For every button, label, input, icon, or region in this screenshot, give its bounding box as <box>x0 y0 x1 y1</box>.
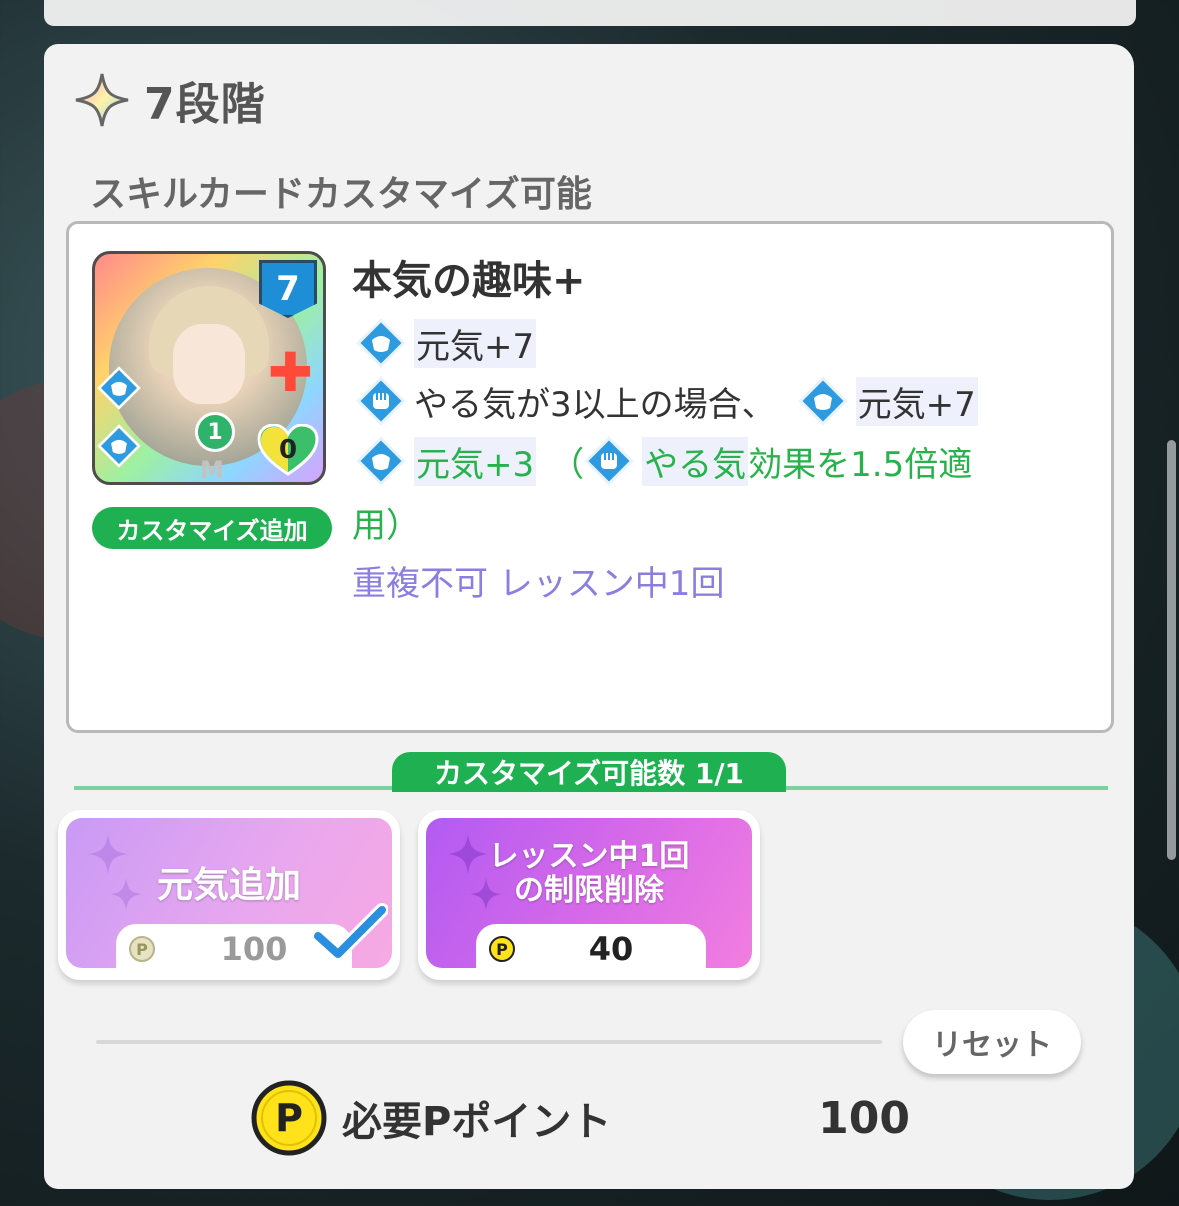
required-points-value: 100 <box>818 1092 910 1144</box>
stage-title: 7段階 <box>144 79 266 130</box>
effect-text: 元気+7 <box>414 318 537 368</box>
motivation-fist-icon <box>584 436 634 486</box>
genki-icon <box>97 424 141 468</box>
subtitle: スキルカードカスタマイズ可能 <box>90 174 592 215</box>
sparkle-icon <box>75 73 129 127</box>
option-price: 40 <box>588 930 634 968</box>
genki-icon <box>797 376 848 426</box>
upgrade-plus-icon: ✚ <box>267 341 313 404</box>
p-coin-icon: P <box>129 936 155 962</box>
option-label: 元気追加 <box>156 865 301 906</box>
option-card-face: レッスン中1回 の制限削除 P 40 <box>426 818 752 968</box>
level-badge: 1 <box>195 412 235 452</box>
heart-count: 0 <box>279 435 297 465</box>
genki-icon <box>356 318 406 368</box>
effect-text: 元気+3 <box>414 436 537 486</box>
required-points-row: P 必要Pポイント 100 <box>250 1078 910 1158</box>
scrollbar-thumb[interactable] <box>1167 440 1176 860</box>
skill-name: 本気の趣味+ <box>352 258 586 304</box>
p-coin-icon: P <box>489 936 515 962</box>
option-label-line1: レッスン中1回 <box>488 839 690 874</box>
footer-divider <box>96 1040 882 1044</box>
option-price-box: P 40 <box>476 924 706 968</box>
effect-line-4: 用） <box>352 506 420 546</box>
option-genki-add[interactable]: 元気追加 P 100 <box>58 810 400 980</box>
character-face <box>173 324 245 404</box>
effect-line-3: 元気+3 （ やる気 効果を1.5倍適 <box>356 436 972 486</box>
effect-condition: やる気が3以上の場合、 <box>414 384 776 425</box>
effect-line-1: 元気+7 <box>356 318 537 368</box>
checkmark-icon <box>312 903 388 961</box>
option-label: レッスン中1回 の制限削除 <box>426 840 752 908</box>
effect-keyword: やる気 <box>642 436 749 486</box>
svg-text:P: P <box>275 1096 303 1140</box>
effect-text: 効果を1.5倍適 <box>748 444 973 485</box>
heart-icon: 0 <box>257 424 319 476</box>
svg-text:P: P <box>496 940 508 959</box>
option-label-line2: の制限削除 <box>514 873 664 908</box>
customize-limit-tab: カスタマイズ可能数 1/1 <box>392 752 786 792</box>
previous-panel-edge <box>44 0 1136 26</box>
effect-paren: （ <box>550 444 585 485</box>
option-remove-lesson-limit[interactable]: レッスン中1回 の制限削除 P 40 <box>418 810 760 980</box>
required-points-label: 必要Pポイント <box>342 1099 612 1145</box>
effect-line-2: やる気が3以上の場合、 元気+7 <box>356 376 978 426</box>
customize-added-badge: カスタマイズ追加 <box>92 507 332 549</box>
p-coin-icon: P <box>251 1080 327 1156</box>
svg-text:P: P <box>136 940 148 959</box>
stage-header: 7段階 <box>74 70 266 130</box>
genki-icon <box>97 366 141 410</box>
skill-card-art[interactable]: 7 ✚ 1 0 M <box>92 251 326 485</box>
motivation-fist-icon <box>356 376 406 426</box>
genki-icon <box>356 436 406 486</box>
rarity-mark: M <box>200 456 224 484</box>
reset-button[interactable]: リセット <box>903 1010 1081 1074</box>
effect-line-5: 重複不可 レッスン中1回 <box>352 564 725 604</box>
effect-text: 元気+7 <box>855 376 978 426</box>
